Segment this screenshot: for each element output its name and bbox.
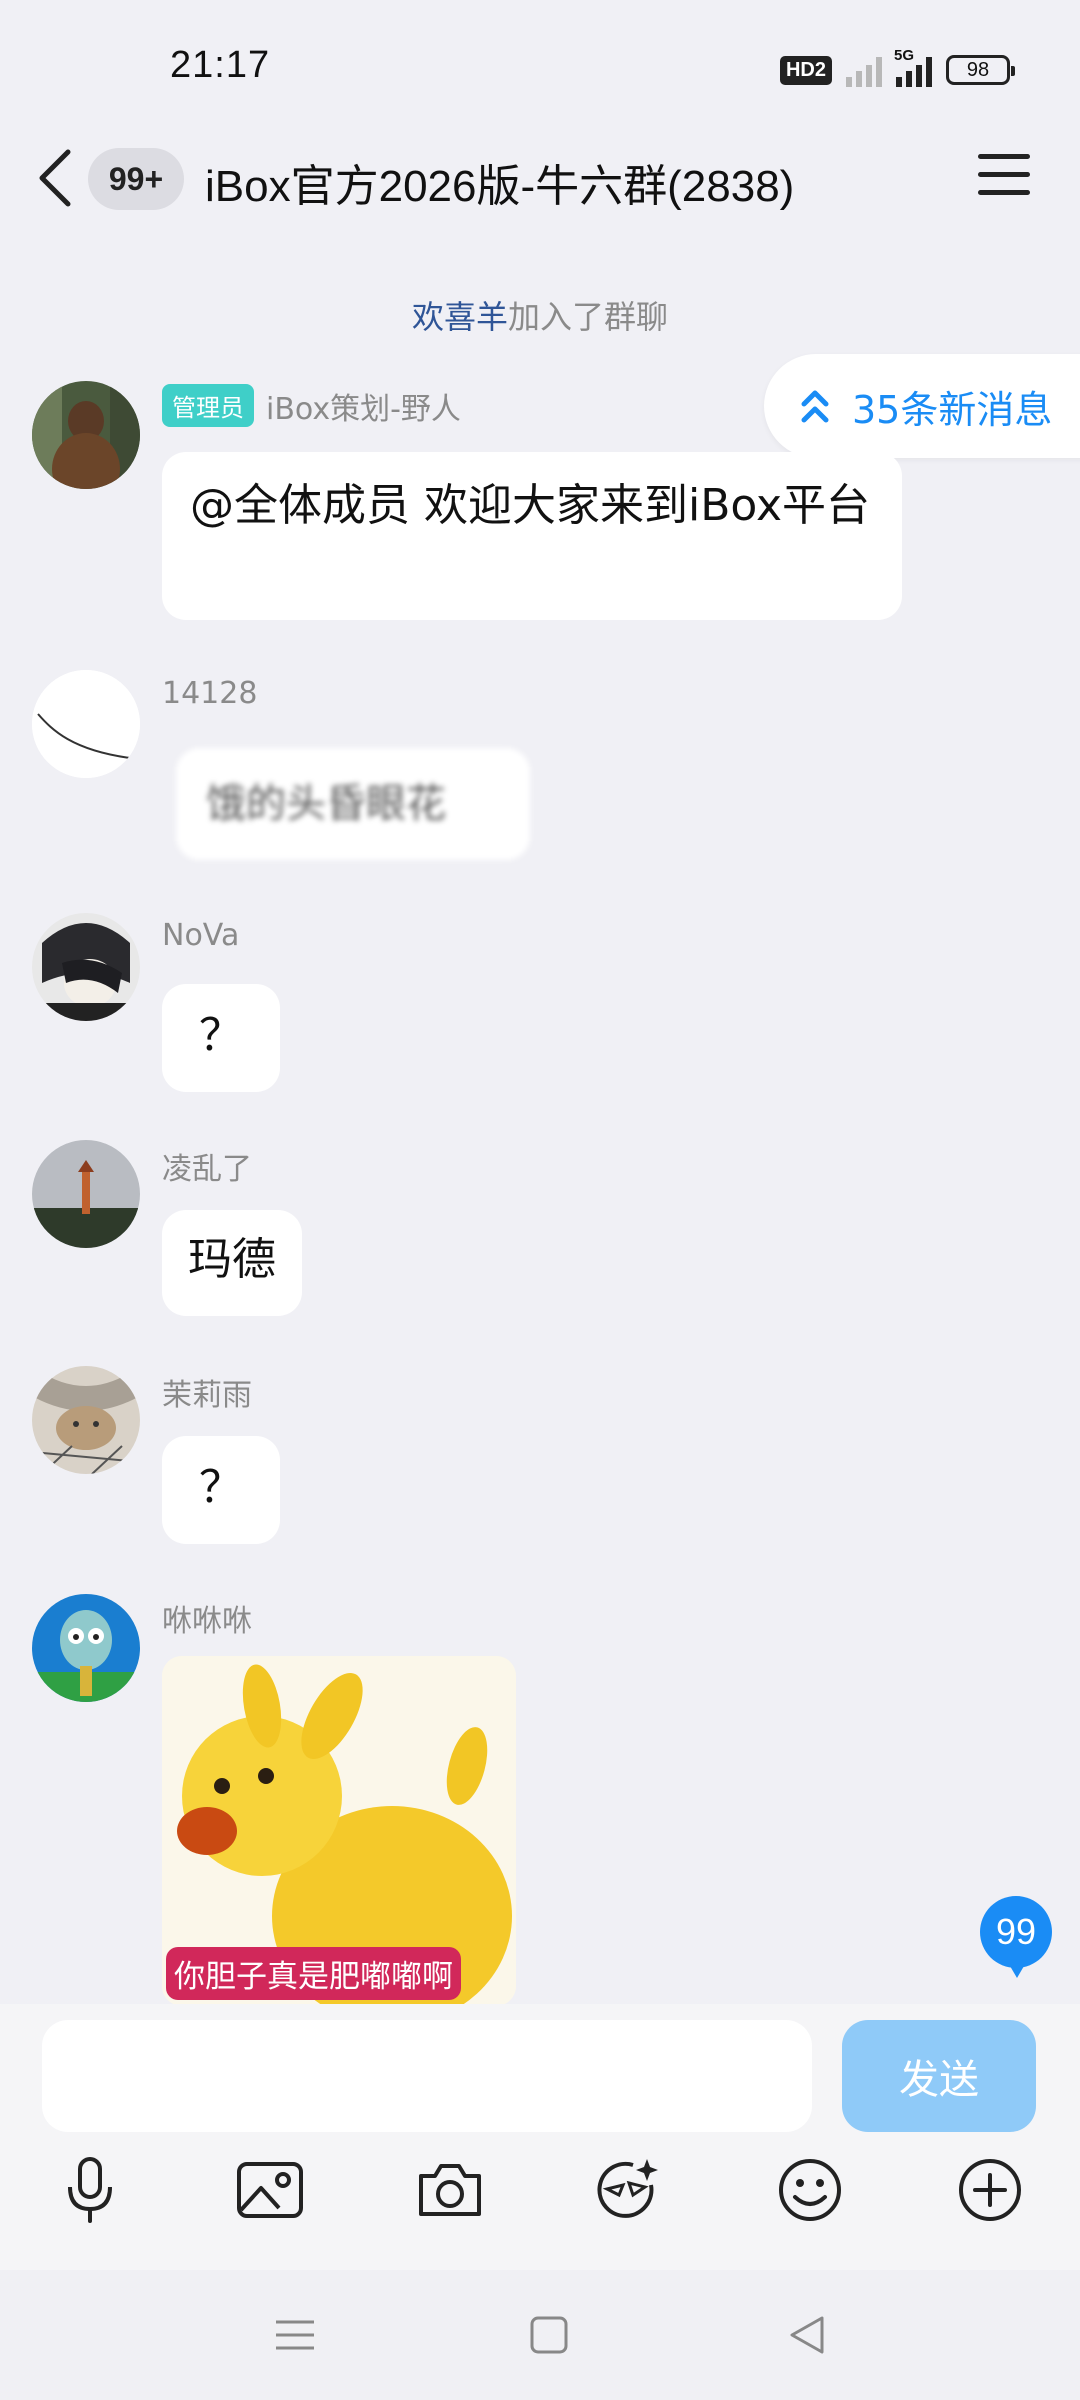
message-bubble[interactable]: @全体成员 欢迎大家来到iBox平台 [162,452,902,620]
unread-count-badge[interactable]: 99+ [88,148,184,210]
page-title: iBox官方2026版-牛六群(2838) [205,162,795,211]
hd-voice-icon: HD2 [779,55,832,85]
sender-name: 凌乱了 [162,1152,252,1187]
send-button[interactable]: 发送 [842,2020,1036,2132]
back-icon[interactable] [36,148,76,208]
sticker-image[interactable]: 你胆子真是肥嘟嘟啊 [162,1656,516,2006]
menu-icon[interactable] [978,154,1030,196]
avatar[interactable] [32,1140,140,1248]
home-icon[interactable] [524,2310,574,2360]
camera-icon[interactable] [410,2150,490,2230]
new-messages-button[interactable]: 35条新消息 [764,354,1080,458]
smart-face-icon[interactable] [588,2150,668,2230]
avatar[interactable] [32,381,140,489]
sender-name: 14128 [162,676,258,711]
avatar[interactable] [32,670,140,778]
recent-apps-icon[interactable] [270,2310,320,2360]
avatar[interactable] [32,1366,140,1474]
message-bubble[interactable]: ？ [162,984,280,1092]
admin-badge: 管理员 [162,384,254,427]
message-input[interactable] [42,2020,812,2132]
sender-name: NoVa [162,918,240,953]
input-toolbar [0,2150,1080,2250]
signal-weak-icon [846,53,882,87]
signal-5g-icon: 5G [894,47,932,87]
new-messages-label: 35条新消息 [852,387,1053,432]
message-bubble[interactable]: ？ [162,1436,280,1544]
status-icons: HD2 5G 98 [779,47,1015,90]
battery-icon: 98 [946,55,1015,85]
status-bar: 21:17 HD2 5G 98 [0,0,1080,140]
unread-bubble-badge[interactable]: 99 [980,1896,1052,1978]
emoji-icon[interactable] [770,2150,850,2230]
microphone-icon[interactable] [50,2150,130,2230]
back-nav-icon[interactable] [782,2310,832,2360]
message-bubble[interactable]: 饿的头昏眼花 [176,748,530,860]
plus-icon[interactable] [950,2150,1030,2230]
double-chevron-up-icon [801,390,829,423]
message-bubble[interactable]: 玛德 [162,1210,302,1316]
sticker-caption: 你胆子真是肥嘟嘟啊 [166,1947,461,2000]
system-message: 欢喜羊加入了群聊 [0,292,1080,338]
sender-name: 管理员 iBox策划-野人 [162,384,461,428]
sender-name: 茉莉雨 [162,1378,252,1413]
avatar[interactable] [32,1594,140,1702]
status-time: 21:17 [170,44,271,86]
avatar[interactable] [32,913,140,1021]
system-message-name[interactable]: 欢喜羊 [412,298,508,336]
image-icon[interactable] [230,2150,310,2230]
system-message-text: 加入了群聊 [508,298,669,336]
sender-name: 咻咻咻 [162,1604,252,1639]
